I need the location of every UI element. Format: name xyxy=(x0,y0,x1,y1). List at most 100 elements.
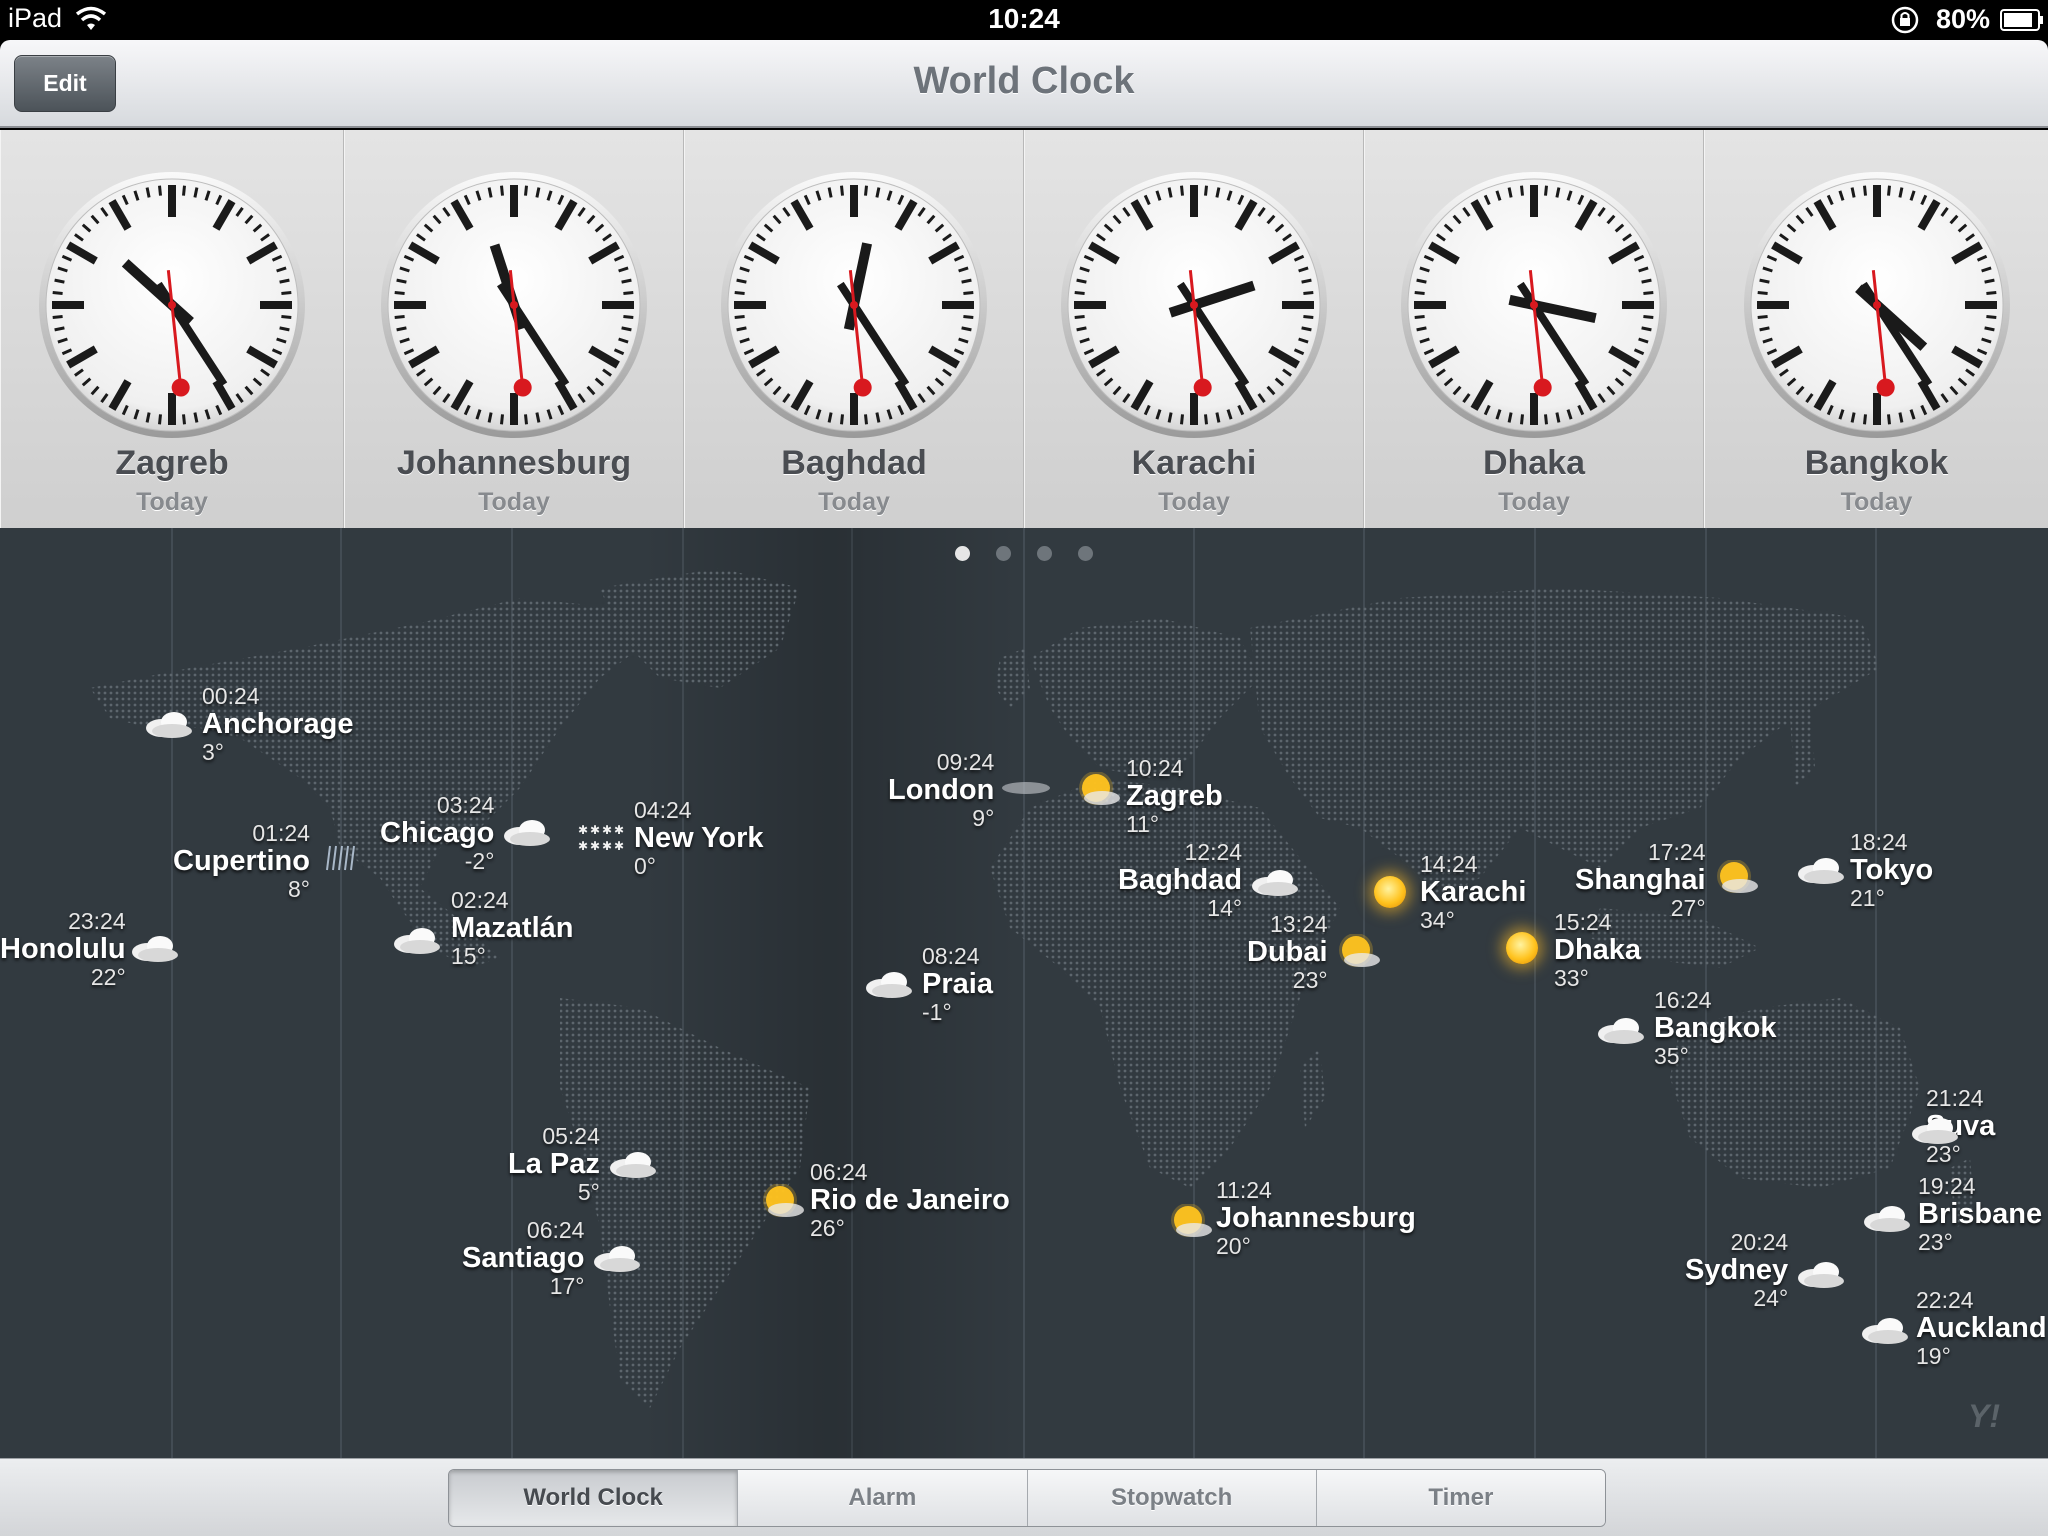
clock-strip[interactable]: Zagreb Today Johannesburg Today Baghdad Today… xyxy=(0,130,2048,528)
partly-sunny-icon xyxy=(1717,860,1758,893)
city-temperature: 34° xyxy=(1420,907,1455,933)
city-name: Dubai xyxy=(1247,936,1328,968)
clock-cell[interactable]: Bangkok Today xyxy=(1704,130,2048,528)
city-name: New York xyxy=(634,822,764,854)
clock-day-label: Today xyxy=(1840,488,1913,516)
world-map[interactable]: 00:24 Anchorage 3° 01:24 Cupertino 8° 23:24 Hon… xyxy=(0,528,2048,1458)
map-city[interactable]: 13:24 Dubai 23° xyxy=(1247,912,1328,992)
analog-clock xyxy=(381,172,647,438)
city-local-time: 20:24 xyxy=(1730,1229,1789,1255)
cloud-icon xyxy=(1798,858,1844,884)
map-city[interactable]: 10:24 Zagreb 11° xyxy=(1126,756,1223,836)
city-name: Sydney xyxy=(1685,1254,1789,1286)
snow-icon: ✱ ✱ ✱ ✱✱ ✱ ✱ ✱ xyxy=(578,823,624,853)
city-name: Rio de Janeiro xyxy=(810,1184,1010,1216)
map-city[interactable]: 15:24 Dhaka 33° xyxy=(1554,910,1641,990)
fog-icon xyxy=(1002,782,1050,794)
city-name: Johannesburg xyxy=(1216,1202,1416,1234)
city-name: Chicago xyxy=(380,817,495,849)
city-local-time: 21:24 xyxy=(1926,1085,1984,1111)
tab-timer[interactable]: Timer xyxy=(1316,1470,1605,1526)
city-temperature: 24° xyxy=(1753,1285,1789,1311)
clock-cell[interactable]: Zagreb Today xyxy=(0,130,344,528)
edit-button[interactable]: Edit xyxy=(14,55,116,112)
map-city[interactable]: 04:24 New York 0° xyxy=(634,798,763,878)
map-city[interactable]: 08:24 Praia -1° xyxy=(922,944,993,1024)
map-city[interactable]: 01:24 Cupertino 8° xyxy=(173,821,310,901)
clock-cell[interactable]: Baghdad Today xyxy=(684,130,1024,528)
map-city[interactable]: 16:24 Bangkok 35° xyxy=(1654,988,1776,1068)
svg-text:✱: ✱ xyxy=(578,839,588,853)
page-dot[interactable] xyxy=(1078,546,1093,561)
tab-stopwatch[interactable]: Stopwatch xyxy=(1027,1470,1317,1526)
city-name: Zagreb xyxy=(1126,780,1223,812)
city-temperature: 23° xyxy=(1918,1229,1953,1255)
clock-cell[interactable]: Dhaka Today xyxy=(1364,130,1704,528)
map-city[interactable]: 02:24 Mazatlán 15° xyxy=(451,888,573,968)
city-local-time: 22:24 xyxy=(1916,1287,1974,1313)
city-temperature: 14° xyxy=(1207,895,1243,921)
map-city[interactable]: 19:24 Brisbane 23° xyxy=(1918,1174,2042,1254)
city-temperature: 19° xyxy=(1916,1343,1951,1369)
map-city[interactable]: 18:24 Tokyo 21° xyxy=(1850,830,1933,910)
map-city[interactable]: 23:24 Honolulu 22° xyxy=(0,909,126,989)
city-local-time: 06:24 xyxy=(526,1217,585,1243)
page-dot[interactable] xyxy=(996,546,1011,561)
battery-percent: 80% xyxy=(1936,4,1991,34)
map-city[interactable]: 17:24 Shanghai 27° xyxy=(1575,840,1706,920)
svg-text:✱: ✱ xyxy=(602,823,612,837)
city-local-time: 11:24 xyxy=(1216,1177,1272,1203)
map-city[interactable]: 22:24 Auckland 19° xyxy=(1916,1288,2047,1368)
city-temperature: 8° xyxy=(287,876,310,902)
city-local-time: 04:24 xyxy=(634,797,692,823)
clock-day-label: Today xyxy=(1158,488,1230,516)
map-city[interactable]: 11:24 Johannesburg 20° xyxy=(1216,1178,1416,1258)
city-local-time: 10:24 xyxy=(1126,755,1184,781)
city-temperature: 33° xyxy=(1554,965,1589,991)
map-city[interactable]: 06:24 Rio de Janeiro 26° xyxy=(810,1160,1010,1240)
map-city[interactable]: 20:24 Sydney 24° xyxy=(1685,1230,1788,1310)
city-name: Praia xyxy=(922,968,993,1000)
analog-clock xyxy=(1061,172,1327,438)
map-city[interactable]: 03:24 Chicago -2° xyxy=(380,793,494,873)
city-name: Tokyo xyxy=(1850,854,1934,886)
map-city[interactable]: 12:24 Baghdad 14° xyxy=(1118,840,1242,920)
svg-text:✱: ✱ xyxy=(602,839,612,853)
page-dot[interactable] xyxy=(955,546,970,561)
map-city[interactable]: 00:24 Anchorage 3° xyxy=(202,684,353,764)
page-indicator[interactable] xyxy=(0,546,2048,561)
clock-cell[interactable]: Johannesburg Today xyxy=(344,130,684,528)
clock-cell[interactable]: Karachi Today xyxy=(1024,130,1364,528)
svg-text:✱: ✱ xyxy=(590,839,600,853)
city-local-time: 23:24 xyxy=(68,908,126,934)
clock-day-label: Today xyxy=(136,488,208,516)
analog-clock xyxy=(1743,172,2010,438)
city-temperature: 23° xyxy=(1292,967,1328,993)
map-city[interactable]: 09:24 London 9° xyxy=(888,750,994,830)
partly-sunny-icon xyxy=(1171,1204,1212,1237)
rotation-lock-icon xyxy=(1891,6,1919,34)
city-local-time: 09:24 xyxy=(936,749,995,775)
city-temperature: 27° xyxy=(1670,895,1706,921)
map-city[interactable]: 05:24 La Paz 5° xyxy=(508,1124,600,1204)
city-local-time: 18:24 xyxy=(1850,829,1908,855)
clock-day-label: Today xyxy=(1498,488,1570,516)
cloud-icon xyxy=(610,1152,656,1178)
city-local-time: 03:24 xyxy=(436,792,495,818)
sun-icon xyxy=(1506,932,1538,964)
city-temperature: 22° xyxy=(90,964,126,990)
city-temperature: -1° xyxy=(922,999,952,1025)
map-city[interactable]: 06:24 Santiago 17° xyxy=(462,1218,584,1298)
tab-world-clock[interactable]: World Clock xyxy=(449,1470,739,1526)
city-local-time: 19:24 xyxy=(1918,1173,1976,1199)
city-name: Brisbane xyxy=(1918,1198,2043,1230)
navigation-bar: Edit World Clock xyxy=(0,40,2048,128)
city-local-time: 00:24 xyxy=(202,683,260,709)
tab-alarm[interactable]: Alarm xyxy=(738,1470,1028,1526)
city-local-time: 01:24 xyxy=(252,820,310,846)
city-name: Mazatlán xyxy=(451,912,574,944)
cloud-icon xyxy=(504,820,550,846)
map-city[interactable]: 14:24 Karachi 34° xyxy=(1420,852,1526,932)
page-dot[interactable] xyxy=(1037,546,1052,561)
city-local-time: 16:24 xyxy=(1654,987,1712,1013)
